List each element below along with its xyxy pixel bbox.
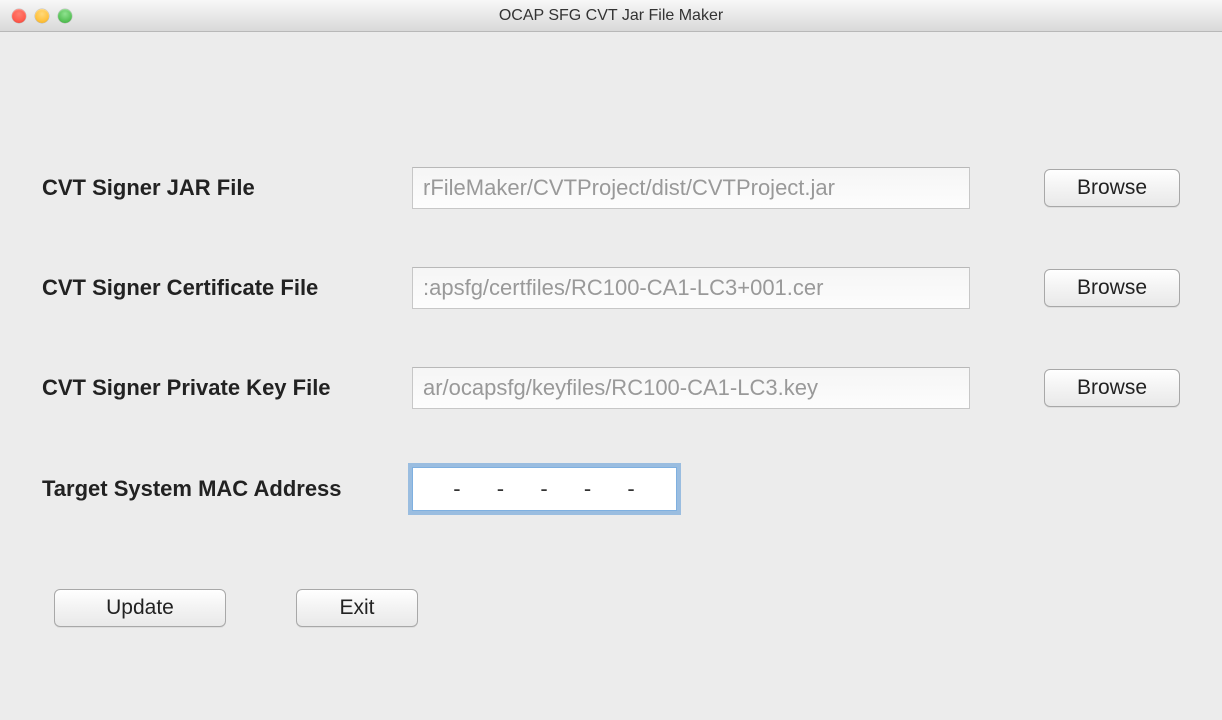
jar-file-row: CVT Signer JAR File Browse (42, 167, 1180, 209)
cert-file-label: CVT Signer Certificate File (42, 275, 412, 301)
update-button[interactable]: Update (54, 589, 226, 627)
cert-file-browse-cell: Browse (970, 269, 1180, 307)
jar-file-browse-button[interactable]: Browse (1044, 169, 1180, 207)
key-file-label: CVT Signer Private Key File (42, 375, 412, 401)
mac-address-row: Target System MAC Address (42, 467, 1180, 511)
jar-file-label: CVT Signer JAR File (42, 175, 412, 201)
jar-file-browse-cell: Browse (970, 169, 1180, 207)
zoom-window-button[interactable] (58, 9, 72, 23)
traffic-lights (12, 9, 72, 23)
key-file-input[interactable] (412, 367, 970, 409)
window-title: OCAP SFG CVT Jar File Maker (10, 7, 1212, 25)
cert-file-row: CVT Signer Certificate File Browse (42, 267, 1180, 309)
action-row: Update Exit (42, 589, 1180, 627)
window-content: CVT Signer JAR File Browse CVT Signer Ce… (0, 32, 1222, 627)
cert-file-input[interactable] (412, 267, 970, 309)
cert-file-browse-button[interactable]: Browse (1044, 269, 1180, 307)
mac-address-label: Target System MAC Address (42, 476, 412, 502)
close-window-button[interactable] (12, 9, 26, 23)
key-file-browse-button[interactable]: Browse (1044, 369, 1180, 407)
key-file-browse-cell: Browse (970, 369, 1180, 407)
exit-button[interactable]: Exit (296, 589, 418, 627)
minimize-window-button[interactable] (35, 9, 49, 23)
key-file-row: CVT Signer Private Key File Browse (42, 367, 1180, 409)
window-titlebar: OCAP SFG CVT Jar File Maker (0, 0, 1222, 32)
mac-address-input[interactable] (412, 467, 677, 511)
jar-file-input[interactable] (412, 167, 970, 209)
